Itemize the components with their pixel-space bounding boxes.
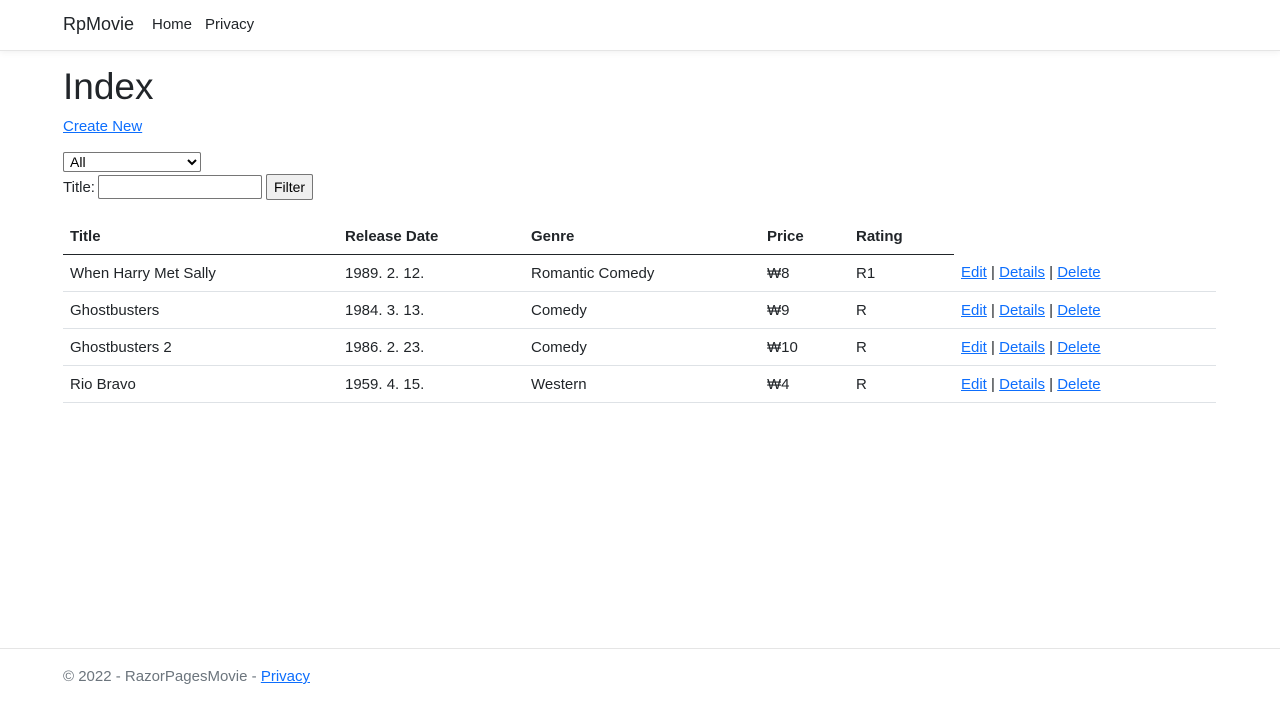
column-header-title: Title [63, 218, 338, 255]
details-link[interactable]: Details [999, 376, 1045, 393]
action-separator: | [1049, 375, 1058, 393]
details-link[interactable]: Details [999, 339, 1045, 356]
delete-link[interactable]: Delete [1057, 302, 1100, 319]
action-separator: | [991, 375, 1000, 393]
action-separator: | [1049, 264, 1058, 282]
cell-actions: Edit | Details | Delete [954, 291, 1216, 329]
column-header-price: Price [760, 218, 849, 255]
nav-privacy-link[interactable]: Privacy [205, 16, 254, 33]
table-row: Ghostbusters 2 1986. 2. 23. Comedy ₩10 R… [63, 328, 1216, 366]
cell-price: ₩8 [760, 254, 849, 292]
column-header-genre: Genre [524, 218, 760, 255]
action-separator: | [991, 338, 1000, 356]
brand-link[interactable]: RpMovie [63, 14, 134, 35]
column-header-actions [954, 218, 1216, 255]
page-title: Index [63, 66, 154, 107]
filter-button[interactable]: Filter [265, 174, 314, 200]
cell-release-date: 1984. 3. 13. [338, 291, 524, 329]
filter-form: All Title: Filter [63, 152, 1216, 200]
column-header-rating: Rating [849, 218, 954, 255]
edit-link[interactable]: Edit [961, 339, 987, 356]
create-new-link[interactable]: Create New [63, 118, 142, 135]
cell-rating: R [849, 328, 954, 366]
cell-title: Ghostbusters [63, 291, 338, 329]
edit-link[interactable]: Edit [961, 302, 987, 319]
cell-price: ₩4 [760, 365, 849, 403]
cell-rating: R [849, 365, 954, 403]
details-link[interactable]: Details [999, 264, 1045, 281]
genre-select[interactable]: All [63, 152, 201, 172]
cell-title: Rio Bravo [63, 365, 338, 403]
table-row: Rio Bravo 1959. 4. 15. Western ₩4 R Edit… [63, 365, 1216, 403]
edit-link[interactable]: Edit [961, 376, 987, 393]
title-search-input[interactable] [97, 175, 262, 199]
top-navbar: RpMovie Home Privacy [0, 0, 1280, 51]
cell-genre: Comedy [524, 291, 760, 329]
cell-actions: Edit | Details | Delete [954, 365, 1216, 403]
action-separator: | [1049, 338, 1058, 356]
table-row: Ghostbusters 1984. 3. 13. Comedy ₩9 R Ed… [63, 291, 1216, 329]
cell-rating: R1 [849, 254, 954, 292]
nav-home-link[interactable]: Home [152, 16, 192, 33]
action-separator: | [1049, 301, 1058, 319]
cell-price: ₩9 [760, 291, 849, 329]
cell-genre: Western [524, 365, 760, 403]
cell-actions: Edit | Details | Delete [954, 328, 1216, 366]
delete-link[interactable]: Delete [1057, 376, 1100, 393]
cell-title: When Harry Met Sally [63, 254, 338, 292]
title-filter-label: Title: [63, 178, 95, 196]
page-footer: © 2022 - RazorPagesMovie - Privacy [0, 648, 1280, 703]
cell-title: Ghostbusters 2 [63, 328, 338, 366]
column-header-release-date: Release Date [338, 218, 524, 255]
footer-copyright: © 2022 - RazorPagesMovie - [63, 668, 261, 685]
footer-text: © 2022 - RazorPagesMovie - Privacy [63, 668, 310, 685]
action-separator: | [991, 301, 1000, 319]
cell-release-date: 1986. 2. 23. [338, 328, 524, 366]
table-header-row: Title Release Date Genre Price Rating [63, 218, 1216, 255]
cell-release-date: 1989. 2. 12. [338, 254, 524, 292]
movies-table: Title Release Date Genre Price Rating Wh… [63, 218, 1216, 403]
edit-link[interactable]: Edit [961, 264, 987, 281]
table-row: When Harry Met Sally 1989. 2. 12. Romant… [63, 254, 1216, 292]
delete-link[interactable]: Delete [1057, 339, 1100, 356]
title-filter-row: Title: Filter [63, 174, 1216, 200]
cell-release-date: 1959. 4. 15. [338, 365, 524, 403]
action-separator: | [991, 264, 1000, 282]
details-link[interactable]: Details [999, 302, 1045, 319]
main-content: Index Create New All Title: Filter Title… [63, 64, 1216, 403]
delete-link[interactable]: Delete [1057, 264, 1100, 281]
cell-actions: Edit | Details | Delete [954, 254, 1216, 292]
cell-price: ₩10 [760, 328, 849, 366]
cell-genre: Romantic Comedy [524, 254, 760, 292]
cell-genre: Comedy [524, 328, 760, 366]
footer-privacy-link[interactable]: Privacy [261, 668, 310, 685]
cell-rating: R [849, 291, 954, 329]
